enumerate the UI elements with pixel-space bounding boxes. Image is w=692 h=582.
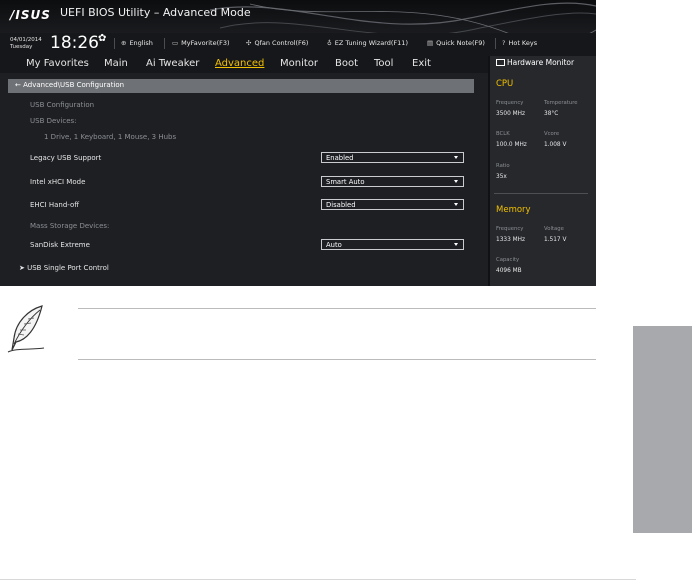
submenu-label: USB Single Port Control [27, 264, 109, 272]
memory-voltage-value: 1.517 V [544, 237, 567, 243]
mass-storage-label: Mass Storage Devices: [30, 222, 110, 230]
globe-icon: ⊕ [121, 39, 127, 47]
hardware-monitor-title: Hardware Monitor [496, 58, 574, 67]
select-value: Disabled [326, 201, 356, 209]
footer-rule [0, 579, 636, 580]
gear-icon[interactable]: ✿ [98, 33, 106, 44]
keyboard-icon: ? [502, 39, 506, 47]
select-value: Enabled [326, 154, 354, 162]
myfavorite-button[interactable]: ▭ MyFavorite(F3) [172, 39, 230, 47]
menu-monitor[interactable]: Monitor [280, 58, 318, 69]
day-text: Tuesday [10, 44, 33, 50]
ehci-hand-off-select[interactable]: Disabled [321, 199, 464, 210]
menu-boot[interactable]: Boot [335, 58, 358, 69]
vcore-label: Vcore [544, 131, 560, 137]
quick-note-button[interactable]: ▤ Quick Note(F9) [427, 39, 485, 47]
select-value: Auto [326, 241, 342, 249]
asus-logo: /ISUS [10, 8, 51, 22]
hardware-monitor-panel [488, 56, 596, 286]
vcore-value: 1.008 V [544, 142, 567, 148]
bclk-value: 100.0 MHz [496, 142, 527, 148]
menu-advanced[interactable]: Advanced [215, 58, 264, 69]
menu-my-favorites[interactable]: My Favorites [26, 58, 89, 69]
intel-xhci-mode-select[interactable]: Smart Auto [321, 176, 464, 187]
clock: 18:26 [50, 33, 99, 53]
chapter-side-tab [633, 326, 692, 533]
menu-main[interactable]: Main [104, 58, 128, 69]
intel-xhci-mode-label: Intel xHCI Mode [30, 178, 86, 186]
select-value: Smart Auto [326, 178, 365, 186]
monitor-icon [496, 59, 505, 66]
bclk-label: BCLK [496, 131, 510, 137]
folder-icon: ▭ [172, 39, 179, 47]
ehci-hand-off-label: EHCI Hand-off [30, 201, 80, 209]
date-text: 04/01/2014 [10, 37, 42, 43]
note-rule-top [78, 308, 596, 309]
cpu-frequency-label: Frequency [496, 100, 524, 106]
legacy-usb-support-label: Legacy USB Support [30, 154, 102, 162]
note-rule-bottom [78, 359, 596, 360]
toolbar-divider [495, 38, 496, 49]
language-button[interactable]: ⊕ English [121, 39, 153, 47]
hot-keys-button[interactable]: ? Hot Keys [502, 39, 537, 47]
menu-exit[interactable]: Exit [412, 58, 431, 69]
app-title: UEFI BIOS Utility – Advanced Mode [60, 6, 251, 19]
feather-pen-icon [7, 305, 45, 353]
capacity-label: Capacity [496, 257, 520, 263]
memory-frequency-value: 1333 MHz [496, 237, 525, 243]
chevron-right-icon: ➤ [19, 264, 25, 272]
ez-tuning-wizard-button[interactable]: ♁ EZ Tuning Wizard(F11) [327, 39, 408, 47]
usb-devices-value: 1 Drive, 1 Keyboard, 1 Mouse, 3 Hubs [44, 133, 177, 141]
chevron-down-icon [454, 156, 458, 159]
bulb-icon: ♁ [327, 39, 332, 47]
sandisk-extreme-select[interactable]: Auto [321, 239, 464, 250]
sandisk-extreme-label: SanDisk Extreme [30, 241, 90, 249]
toolbar-divider [164, 38, 165, 49]
section-title: USB Configuration [30, 101, 95, 109]
usb-single-port-control-item[interactable]: ➤ USB Single Port Control [19, 264, 109, 272]
ratio-value: 35x [496, 174, 507, 180]
chevron-down-icon [454, 243, 458, 246]
section-divider [494, 193, 588, 194]
memory-voltage-label: Voltage [544, 226, 564, 232]
memory-section-title: Memory [496, 205, 531, 215]
menu-ai-tweaker[interactable]: Ai Tweaker [146, 58, 199, 69]
fan-icon: ✣ [246, 39, 252, 47]
memory-frequency-label: Frequency [496, 226, 524, 232]
cpu-frequency-value: 3500 MHz [496, 111, 525, 117]
cpu-section-title: CPU [496, 79, 514, 89]
note-icon: ▤ [427, 39, 434, 47]
chevron-down-icon [454, 180, 458, 183]
ratio-label: Ratio [496, 163, 510, 169]
legacy-usb-support-select[interactable]: Enabled [321, 152, 464, 163]
bios-screenshot: /ISUS UEFI BIOS Utility – Advanced Mode … [0, 0, 596, 286]
capacity-value: 4096 MB [496, 268, 522, 274]
cpu-temperature-label: Temperature [544, 100, 578, 106]
date-display: 04/01/2014 Tuesday [10, 37, 42, 51]
menu-tool[interactable]: Tool [374, 58, 393, 69]
toolbar-divider [114, 38, 115, 49]
back-arrow-icon[interactable]: ← [15, 81, 21, 89]
cpu-temperature-value: 38°C [544, 111, 559, 117]
usb-devices-label: USB Devices: [30, 117, 77, 125]
breadcrumb-path: Advanced\USB Configuration [23, 81, 125, 89]
qfan-control-button[interactable]: ✣ Qfan Control(F6) [246, 39, 308, 47]
breadcrumb[interactable]: ← Advanced\USB Configuration [8, 79, 474, 93]
chevron-down-icon [454, 203, 458, 206]
